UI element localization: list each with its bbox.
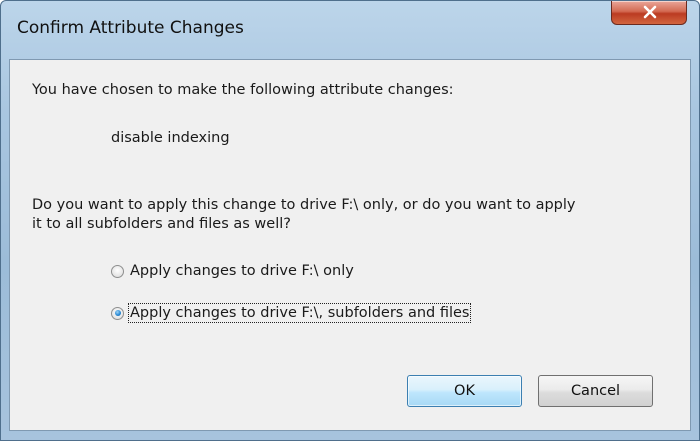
window-title: Confirm Attribute Changes xyxy=(17,18,244,38)
question-line-2: it to all subfolders and files as well? xyxy=(32,216,291,232)
option-drive-only-label[interactable]: Apply changes to drive F:\ only xyxy=(130,263,354,279)
radio-subfolders-and-files[interactable] xyxy=(111,306,124,320)
radio-drive-only[interactable] xyxy=(111,264,124,278)
cancel-button[interactable]: Cancel xyxy=(538,375,653,407)
ok-button[interactable]: OK xyxy=(407,375,522,407)
question-text: Do you want to apply this change to driv… xyxy=(32,196,575,234)
dialog-window: Confirm Attribute Changes You have chose… xyxy=(0,0,700,441)
attribute-change: disable indexing xyxy=(111,130,230,146)
question-line-1: Do you want to apply this change to driv… xyxy=(32,197,576,213)
option-drive-only[interactable]: Apply changes to drive F:\ only xyxy=(111,261,354,281)
option-subfolders-and-files-label[interactable]: Apply changes to drive F:\, subfolders a… xyxy=(127,303,472,323)
close-icon xyxy=(643,5,657,19)
title-bar[interactable]: Confirm Attribute Changes xyxy=(1,1,699,59)
close-button[interactable] xyxy=(611,1,687,25)
dialog-body: You have chosen to make the following at… xyxy=(9,59,691,431)
intro-text: You have chosen to make the following at… xyxy=(32,82,454,98)
option-subfolders-and-files[interactable]: Apply changes to drive F:\, subfolders a… xyxy=(111,303,472,323)
